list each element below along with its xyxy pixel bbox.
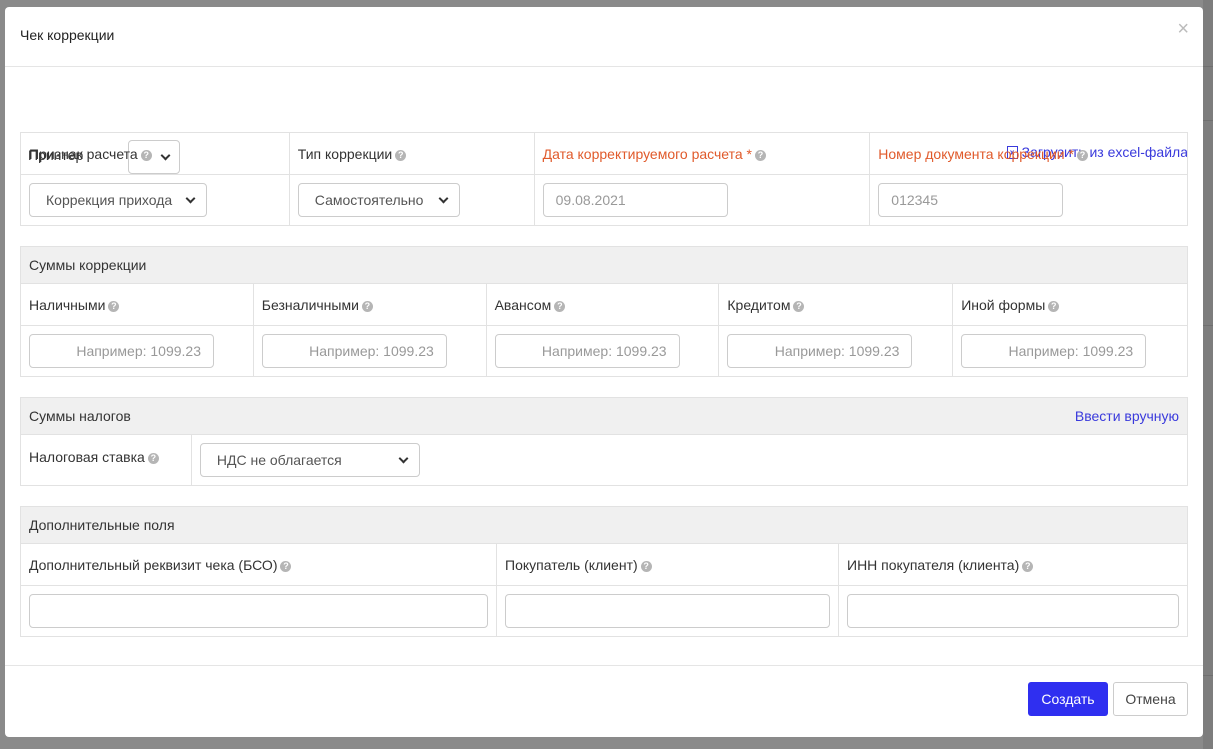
correction-type-value: Самостоятельно xyxy=(314,192,424,208)
chevron-down-icon xyxy=(438,193,449,204)
cashless-input[interactable]: Например: 1099.23 xyxy=(261,334,447,368)
header-cash: Наличными? xyxy=(20,283,254,326)
credit-input[interactable]: Например: 1099.23 xyxy=(727,334,913,368)
header-cashless: Безналичными? xyxy=(252,283,487,326)
chevron-down-icon xyxy=(185,193,196,204)
taxes-section-title: Суммы налогов xyxy=(29,408,131,424)
header-date: Дата корректируемого расчета *? xyxy=(533,132,871,175)
help-icon[interactable]: ? xyxy=(147,453,159,464)
cash-input[interactable]: Например: 1099.23 xyxy=(29,334,214,368)
tax-sums-table: Суммы налогов Ввести вручную Налоговая с… xyxy=(20,397,1189,486)
tax-rate-value: НДС не облагается xyxy=(216,452,342,468)
help-icon[interactable]: ? xyxy=(755,149,767,161)
header-extra-requisite: Дополнительный реквизит чека (БСО)? xyxy=(20,543,497,586)
calc-sign-value: Коррекция прихода xyxy=(46,192,173,208)
calc-sign-select[interactable]: Коррекция прихода xyxy=(29,183,207,217)
doc-number-input[interactable]: 012345 xyxy=(878,183,1064,217)
date-input[interactable]: 09.08.2021 xyxy=(542,183,728,217)
tax-rate-select[interactable]: НДС не облагается xyxy=(199,443,420,477)
help-icon[interactable]: ? xyxy=(554,300,566,312)
modal-header: Чек коррекции × xyxy=(5,7,1203,67)
header-sign: Признак расчета? xyxy=(20,132,290,175)
correction-params-table: Признак расчета? Тип коррекции? Дата кор… xyxy=(20,132,1188,226)
header-doc-number: Номер документа коррекции *? xyxy=(869,132,1188,175)
extra-section-title: Дополнительные поля xyxy=(20,506,1188,544)
help-icon[interactable]: ? xyxy=(793,300,805,312)
tax-rate-label: Налоговая ставка xyxy=(29,449,145,465)
advance-input[interactable]: Например: 1099.23 xyxy=(494,334,680,368)
header-buyer-inn: ИНН покупателя (клиента)? xyxy=(838,543,1188,586)
enter-manually-link[interactable]: Ввести вручную xyxy=(1075,408,1179,424)
help-icon[interactable]: ? xyxy=(395,149,407,161)
tax-rate-label-cell: Налоговая ставка? xyxy=(20,434,192,486)
correction-sums-table: Суммы коррекции Наличными? Безналичными?… xyxy=(20,246,1188,377)
header-buyer: Покупатель (клиент)? xyxy=(496,543,839,586)
taxes-section-header: Суммы налогов Ввести вручную xyxy=(20,397,1188,435)
help-icon[interactable]: ? xyxy=(1022,560,1034,572)
header-other: Иной формы? xyxy=(952,283,1188,326)
other-form-input[interactable]: Например: 1099.23 xyxy=(961,334,1147,368)
help-icon[interactable]: ? xyxy=(640,560,652,572)
header-type: Тип коррекции? xyxy=(288,132,535,175)
additional-fields-table: Дополнительные поля Дополнительный рекви… xyxy=(20,506,1188,637)
help-icon[interactable]: ? xyxy=(1048,300,1060,312)
chevron-down-icon xyxy=(398,453,409,464)
header-credit: Кредитом? xyxy=(718,283,954,326)
close-icon[interactable]: × xyxy=(1177,19,1189,39)
modal-title: Чек коррекции xyxy=(20,27,115,43)
help-icon[interactable]: ? xyxy=(108,300,120,312)
help-icon[interactable]: ? xyxy=(140,149,152,161)
modal-footer: Создать Отмена xyxy=(5,665,1203,730)
sums-section-title: Суммы коррекции xyxy=(20,246,1188,284)
help-icon[interactable]: ? xyxy=(280,560,292,572)
help-icon[interactable]: ? xyxy=(1076,149,1088,161)
header-advance: Авансом? xyxy=(485,283,720,326)
correction-type-select[interactable]: Самостоятельно xyxy=(297,183,460,217)
buyer-inn-input[interactable] xyxy=(847,594,1179,628)
background-page xyxy=(1203,0,1213,749)
buyer-input[interactable] xyxy=(505,594,830,628)
create-button[interactable]: Создать xyxy=(1028,682,1108,716)
help-icon[interactable]: ? xyxy=(361,300,373,312)
cancel-button[interactable]: Отмена xyxy=(1113,682,1188,716)
extra-requisite-input[interactable] xyxy=(29,594,488,628)
